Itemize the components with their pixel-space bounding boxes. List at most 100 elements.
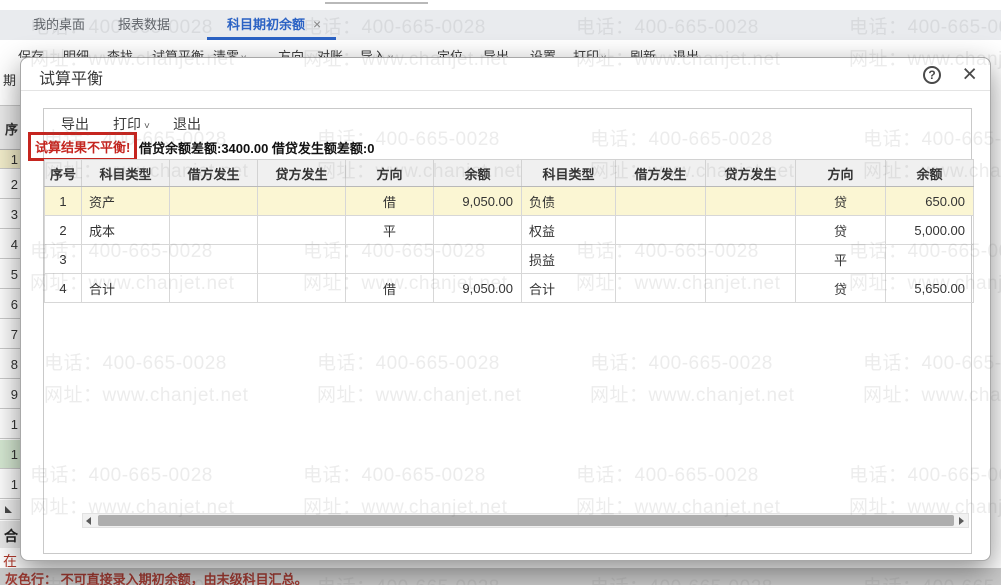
background-period-label: 期 [3,70,16,89]
table-cell: 贷 [796,216,886,245]
tab-report-data[interactable]: 报表数据 [118,10,170,40]
table-cell [170,274,258,303]
background-table-row: 1 [0,440,21,469]
table-cell [258,274,346,303]
table-cell: 贷 [796,187,886,216]
column-header: 科目类型 [82,160,170,187]
table-row[interactable]: 3损益平 [45,245,974,274]
exit-button[interactable]: 退出 [173,114,201,134]
table-cell [706,216,796,245]
table-cell: 合计 [522,274,616,303]
background-table-row: 9 [0,380,21,409]
table-cell [886,245,974,274]
table-cell: 2 [45,216,82,245]
active-tab-underline [207,37,336,40]
bottom-hint-bar: 灰色行： 不可直接录入期初余额，由末级科目汇总。 [0,568,1001,585]
column-header: 余额 [886,160,974,187]
column-header: 序号 [45,160,82,187]
table-cell [434,216,522,245]
help-icon[interactable]: ? [923,66,941,84]
table-cell [346,245,434,274]
table-cell [258,216,346,245]
background-table-row: 5 [0,260,21,289]
scrollbar-thumb[interactable] [98,515,954,526]
dialog-panel: 导出 打印˅ 退出 试算结果不平衡! 借贷余额差额:3400.00 借贷发生额差… [43,108,972,554]
trial-balance-dialog: 试算平衡 ? × 导出 打印˅ 退出 试算结果不平衡! 借贷余额差额:3400.… [20,57,991,561]
background-table-row: 2 [0,170,21,199]
top-strip [0,0,1001,10]
background-row-header-cell: 序 [0,105,21,150]
background-total-cell: 合 [0,521,21,548]
trial-balance-table: 序号科目类型借方发生贷方发生方向余额科目类型借方发生贷方发生方向余额 1资产借9… [44,159,974,303]
background-table-row: 8 [0,350,21,379]
table-cell: 5,000.00 [886,216,974,245]
table-header-row: 序号科目类型借方发生贷方发生方向余额科目类型借方发生贷方发生方向余额 [45,160,974,187]
scroll-left-arrow-icon [86,517,91,525]
background-table-row: 3 [0,200,21,229]
background-toolbar: 保存明细查找试算平衡清零˅方向对账导入˅定位导出设置打印˅刷新退出 [0,44,1001,58]
tab-my-desktop[interactable]: 我的桌面 [33,10,85,40]
background-table-row: 7 [0,320,21,349]
table-cell: 3 [45,245,82,274]
table-cell: 合计 [82,274,170,303]
popup-edge-line [325,2,428,4]
column-header: 贷方发生 [706,160,796,187]
table-cell: 借 [346,187,434,216]
column-header: 方向 [796,160,886,187]
column-header: 借方发生 [170,160,258,187]
export-button[interactable]: 导出 [61,114,89,134]
table-cell: 650.00 [886,187,974,216]
table-cell: 5,650.00 [886,274,974,303]
gray-row-hint-text: 灰色行： 不可直接录入期初余额，由末级科目汇总。 [5,569,308,585]
table-cell [170,245,258,274]
background-table-row: 6 [0,290,21,319]
table-row[interactable]: 2成本平权益贷5,000.00 [45,216,974,245]
table-row[interactable]: 4合计借9,050.00合计贷5,650.00 [45,274,974,303]
table-cell: 平 [346,216,434,245]
table-cell: 4 [45,274,82,303]
background-corner-cell [0,500,21,520]
table-cell [82,245,170,274]
table-cell [170,216,258,245]
close-icon[interactable]: × [962,59,977,89]
horizontal-scrollbar[interactable] [82,513,969,528]
table-cell: 1 [45,187,82,216]
table-cell: 贷 [796,274,886,303]
balance-difference-text: 借贷余额差额:3400.00 借贷发生额差额:0 [139,138,375,157]
background-table-row: 1 [0,150,21,169]
table-cell [706,274,796,303]
table-cell: 资产 [82,187,170,216]
column-header: 贷方发生 [258,160,346,187]
background-table-row: 4 [0,230,21,259]
column-header: 余额 [434,160,522,187]
background-table-row: 1 [0,410,21,439]
unbalanced-warning-badge: 试算结果不平衡! [28,132,137,161]
scroll-right-arrow-icon [959,517,964,525]
table-cell [258,187,346,216]
tab-bar: 我的桌面 报表数据 科目期初余额 × [0,10,1001,40]
scroll-right-button[interactable] [955,514,968,527]
column-header: 科目类型 [522,160,616,187]
table-cell: 成本 [82,216,170,245]
tab-account-opening-balance[interactable]: 科目期初余额 [227,10,305,40]
background-table-row: 1 [0,470,21,499]
title-separator [21,90,990,91]
tab-close-icon[interactable]: × [313,10,321,40]
table-cell [616,216,706,245]
table-cell [616,245,706,274]
screen: 我的桌面 报表数据 科目期初余额 × 保存明细查找试算平衡清零˅方向对账导入˅定… [0,0,1001,585]
table-cell: 借 [346,274,434,303]
table-cell [258,245,346,274]
table-row[interactable]: 1资产借9,050.00负债贷650.00 [45,187,974,216]
table-cell [616,274,706,303]
table-cell: 9,050.00 [434,274,522,303]
table-cell: 损益 [522,245,616,274]
scroll-left-button[interactable] [83,514,96,527]
print-button[interactable]: 打印˅ [113,114,150,134]
table-cell [616,187,706,216]
table-cell [706,245,796,274]
chevron-down-icon: ˅ [144,121,150,132]
dialog-title: 试算平衡 [39,65,103,89]
column-header: 方向 [346,160,434,187]
table-cell [434,245,522,274]
